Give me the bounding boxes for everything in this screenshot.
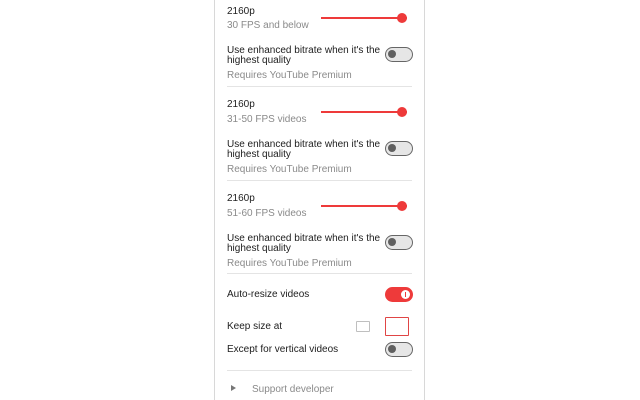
quality-slider-31-50fps[interactable] bbox=[321, 111, 407, 113]
toggle-knob bbox=[388, 50, 396, 58]
quality-label-30fps: 2160p bbox=[227, 6, 255, 17]
slider-handle-31-50fps[interactable] bbox=[397, 107, 407, 117]
premium-requirement-51-60fps: Requires YouTube Premium bbox=[227, 258, 352, 269]
enhanced-bitrate-label-31-50fps-line2: highest quality bbox=[227, 149, 291, 160]
slider-handle-30fps[interactable] bbox=[397, 13, 407, 23]
except-vertical-label: Except for vertical videos bbox=[227, 344, 339, 355]
slider-handle-51-60fps[interactable] bbox=[397, 201, 407, 211]
quality-slider-30fps[interactable] bbox=[321, 17, 407, 19]
auto-resize-label: Auto-resize videos bbox=[227, 289, 310, 300]
quality-slider-51-60fps[interactable] bbox=[321, 205, 407, 207]
toggle-knob bbox=[388, 144, 396, 152]
expand-caret-icon[interactable] bbox=[231, 385, 236, 391]
enhanced-bitrate-toggle-31-50fps[interactable] bbox=[385, 141, 413, 156]
enhanced-bitrate-toggle-30fps[interactable] bbox=[385, 47, 413, 62]
toggle-knob bbox=[401, 289, 410, 299]
section-divider bbox=[227, 273, 412, 274]
fps-label-31-50fps: 31-50 FPS videos bbox=[227, 114, 307, 125]
enhanced-bitrate-toggle-51-60fps[interactable] bbox=[385, 235, 413, 250]
premium-requirement-30fps: Requires YouTube Premium bbox=[227, 70, 352, 81]
fps-label-51-60fps: 51-60 FPS videos bbox=[227, 208, 307, 219]
section-divider bbox=[227, 370, 412, 371]
support-developer-link[interactable]: Support developer bbox=[252, 384, 334, 395]
fps-label-30fps: 30 FPS and below bbox=[227, 20, 309, 31]
toggle-knob bbox=[388, 345, 396, 353]
keep-size-label: Keep size at bbox=[227, 321, 283, 332]
enhanced-bitrate-label-30fps-line2: highest quality bbox=[227, 55, 291, 66]
quality-label-51-60fps: 2160p bbox=[227, 193, 255, 204]
quality-label-31-50fps: 2160p bbox=[227, 99, 255, 110]
settings-panel: 2160p 30 FPS and below Use enhanced bitr… bbox=[214, 0, 425, 400]
auto-resize-toggle[interactable] bbox=[385, 287, 413, 302]
keep-size-option-large[interactable] bbox=[385, 317, 409, 336]
premium-requirement-31-50fps: Requires YouTube Premium bbox=[227, 164, 352, 175]
keep-size-option-small[interactable] bbox=[356, 321, 370, 332]
except-vertical-toggle[interactable] bbox=[385, 342, 413, 357]
toggle-knob bbox=[388, 238, 396, 246]
enhanced-bitrate-label-51-60fps-line2: highest quality bbox=[227, 243, 291, 254]
section-divider bbox=[227, 86, 412, 87]
section-divider bbox=[227, 180, 412, 181]
